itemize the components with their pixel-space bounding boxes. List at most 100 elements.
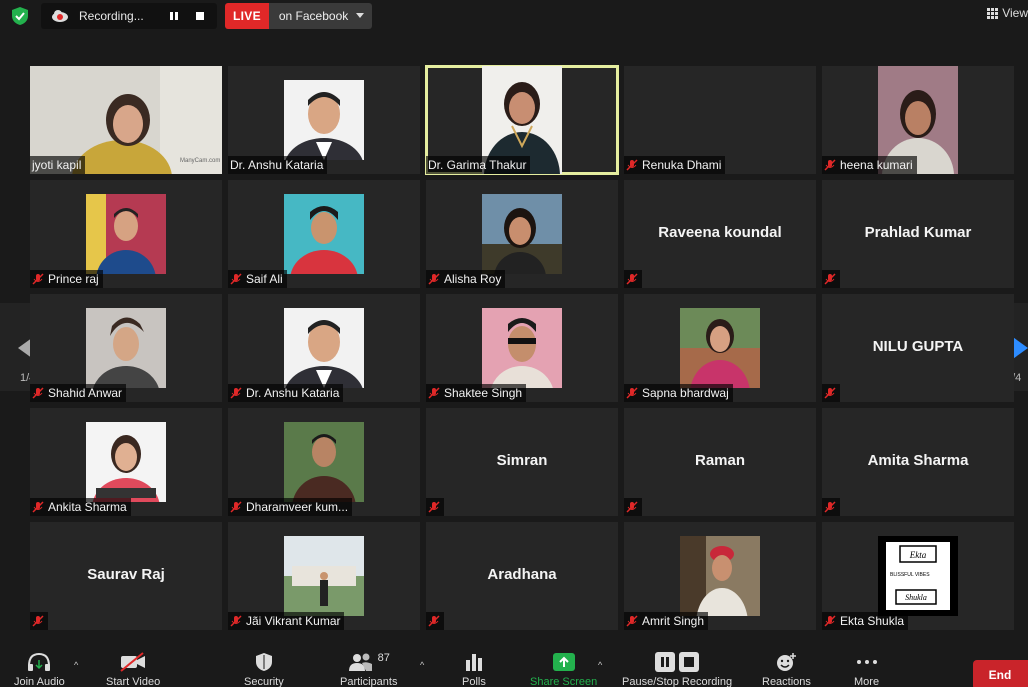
participant-name: Prince raj	[48, 272, 99, 286]
participant-tile[interactable]: Shahid Anwar	[30, 294, 222, 402]
participant-tile[interactable]: Prahlad Kumar	[822, 180, 1014, 288]
profile-photo	[680, 536, 760, 616]
participant-tile[interactable]: Raman	[624, 408, 816, 516]
top-bar: Recording... LIVE on Facebook View	[0, 0, 1028, 34]
participant-name: Shaktee Singh	[444, 386, 523, 400]
profile-photo	[284, 194, 364, 274]
reactions-button[interactable]: Reactions	[762, 652, 811, 687]
participants-options-caret-icon[interactable]: ^	[420, 660, 424, 670]
live-badge: LIVE	[225, 3, 269, 29]
audio-options-caret-icon[interactable]: ^	[74, 660, 78, 670]
join-audio-label: Join Audio	[14, 676, 65, 687]
participant-tile[interactable]: Saif Ali	[228, 180, 420, 288]
participant-tile[interactable]: Simran	[426, 408, 618, 516]
muted-mic-icon	[824, 501, 836, 513]
participant-tile[interactable]: Sapna bhardwaj	[624, 294, 816, 402]
end-meeting-button[interactable]: End	[973, 660, 1028, 687]
recording-status-text: Recording...	[79, 9, 144, 23]
participant-name: Amrit Singh	[642, 614, 705, 628]
participants-button[interactable]: 87 Participants	[340, 652, 397, 687]
participant-name: Dr. Garima Thakur	[428, 158, 527, 172]
headphones-icon	[28, 652, 51, 671]
muted-mic-icon	[824, 159, 836, 171]
more-button[interactable]: More	[854, 652, 879, 687]
participant-tile[interactable]: Aradhana	[426, 522, 618, 630]
shield-icon	[255, 653, 272, 671]
encryption-shield-icon[interactable]	[10, 6, 30, 26]
participant-name: Dr. Anshu Kataria	[246, 386, 340, 400]
stop-recording-icon	[679, 652, 700, 672]
participant-tile[interactable]: heena kumari	[822, 66, 1014, 174]
participant-tile[interactable]: NILU GUPTA	[822, 294, 1014, 402]
live-destination-label: on Facebook	[278, 9, 349, 23]
profile-photo	[86, 422, 166, 502]
participant-tile[interactable]: ManyCam.com jyoti kapil	[30, 66, 222, 174]
participant-name: Dharamveer kum...	[246, 500, 349, 514]
participant-tile-active-speaker[interactable]: Dr. Garima Thakur	[425, 65, 619, 175]
muted-mic-icon	[626, 615, 638, 627]
participant-name: Saif Ali	[246, 272, 283, 286]
view-label: View	[1002, 6, 1028, 20]
participant-tile[interactable]: Saurav Raj	[30, 522, 222, 630]
share-screen-icon	[552, 653, 575, 671]
pause-stop-recording-button[interactable]: Pause/Stop Recording	[622, 652, 732, 687]
security-button[interactable]: Security	[244, 652, 284, 687]
participant-tile[interactable]: Raveena koundal	[624, 180, 816, 288]
share-screen-button[interactable]: Share Screen	[530, 652, 597, 687]
participant-display-name: Aradhana	[487, 566, 557, 583]
muted-mic-icon	[626, 501, 638, 513]
participant-display-name: Saurav Raj	[87, 566, 165, 583]
participant-tile[interactable]: Amita Sharma	[822, 408, 1014, 516]
participant-tile[interactable]: Dr. Anshu Kataria	[228, 294, 420, 402]
stop-recording-button[interactable]	[189, 5, 211, 27]
participant-tile[interactable]: Shaktee Singh	[426, 294, 618, 402]
participant-tile[interactable]: Dharamveer kum...	[228, 408, 420, 516]
muted-mic-icon	[626, 159, 638, 171]
muted-mic-icon	[32, 273, 44, 285]
muted-mic-icon	[428, 387, 440, 399]
profile-photo-logo: Ekta BLISSFUL VIBES Shukla	[878, 536, 958, 616]
muted-mic-icon	[428, 615, 440, 627]
pause-recording-button[interactable]	[163, 5, 185, 27]
participant-display-name: Raman	[694, 452, 746, 469]
participant-tile[interactable]: Renuka Dhami	[624, 66, 816, 174]
muted-mic-icon	[824, 273, 836, 285]
share-options-caret-icon[interactable]: ^	[598, 660, 602, 670]
muted-mic-icon	[626, 387, 638, 399]
view-button[interactable]: View	[987, 6, 1028, 20]
polls-button[interactable]: Polls	[462, 652, 486, 687]
profile-photo	[284, 422, 364, 502]
grid-view-icon	[987, 7, 999, 19]
muted-mic-icon	[32, 615, 44, 627]
participant-tile[interactable]: Jãi Vikrant Kumar	[228, 522, 420, 630]
reactions-smiley-icon	[777, 653, 797, 671]
muted-mic-icon	[230, 387, 242, 399]
participant-name: Renuka Dhami	[642, 158, 722, 172]
participant-tile[interactable]: Ekta BLISSFUL VIBES Shukla Ekta Shukla	[822, 522, 1014, 630]
participant-tile[interactable]: Dr. Anshu Kataria	[228, 66, 420, 174]
participant-tile[interactable]: Ankita Sharma	[30, 408, 222, 516]
muted-mic-icon	[428, 501, 440, 513]
profile-photo	[86, 308, 166, 388]
start-video-button[interactable]: Start Video	[106, 652, 160, 687]
participant-tile[interactable]: Alisha Roy	[426, 180, 618, 288]
muted-mic-icon	[626, 273, 638, 285]
profile-photo	[680, 308, 760, 388]
participant-name: Ankita Sharma	[48, 500, 127, 514]
gallery-grid: ManyCam.com jyoti kapil Dr. Anshu Katari…	[30, 65, 1015, 630]
participant-name: jyoti kapil	[32, 158, 82, 172]
svg-text:ManyCam.com: ManyCam.com	[180, 158, 220, 164]
muted-mic-icon	[32, 387, 44, 399]
participants-count: 87	[377, 652, 390, 664]
muted-mic-icon	[824, 387, 836, 399]
participant-tile[interactable]: Amrit Singh	[624, 522, 816, 630]
live-stream-indicator[interactable]: LIVE on Facebook	[225, 3, 373, 29]
stop-icon	[196, 12, 204, 20]
profile-photo	[482, 308, 562, 388]
participant-tile[interactable]: Prince raj	[30, 180, 222, 288]
participant-display-name: Simran	[496, 452, 548, 469]
logo-text-shukla: Shukla	[905, 593, 927, 602]
muted-mic-icon	[230, 273, 242, 285]
muted-mic-icon	[32, 501, 44, 513]
join-audio-button[interactable]: Join Audio	[14, 652, 65, 687]
